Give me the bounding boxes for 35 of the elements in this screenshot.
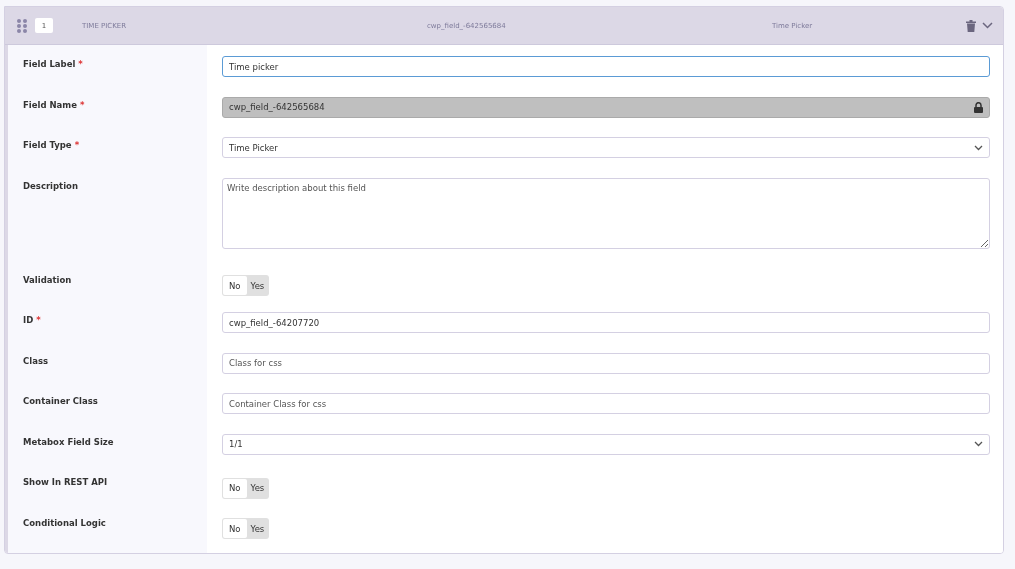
drag-handle-icon[interactable] — [17, 18, 27, 33]
text-field[interactable]: cwp_field_-64207720 — [222, 312, 990, 333]
description-field[interactable]: Write description about this field — [222, 177, 990, 249]
toggle-option[interactable]: No — [223, 519, 247, 538]
field-label: Field Name — [23, 99, 77, 110]
select-field[interactable]: 1/1 — [222, 433, 990, 455]
trash-icon[interactable] — [966, 19, 976, 32]
required-mark: * — [36, 315, 41, 325]
toggle-option[interactable]: Yes — [246, 276, 269, 295]
field-label: Conditional Logic — [23, 517, 106, 528]
text-field[interactable]: Class for css — [222, 352, 990, 374]
chevron-down-icon — [974, 144, 983, 151]
chevron-down-icon[interactable] — [982, 22, 993, 29]
locked-field: cwp_field_-642565684 — [222, 96, 990, 118]
chevron-down-icon — [974, 441, 983, 447]
field-label: Field Label — [23, 59, 76, 69]
toggle-option[interactable]: No — [223, 276, 247, 295]
field-label: Metabox Field Size — [23, 436, 114, 447]
toggle-option[interactable]: No — [223, 478, 247, 498]
field-label: Show In REST API — [23, 477, 108, 487]
text-field[interactable]: Time picker — [222, 56, 990, 77]
text-field[interactable]: Container Class for css — [222, 393, 990, 414]
field-label: ID — [23, 315, 34, 325]
required-mark: * — [79, 99, 85, 110]
field-label: Validation — [23, 274, 72, 285]
field-label: Container Class — [23, 396, 98, 406]
required-mark: * — [74, 140, 80, 150]
toggle-option[interactable]: Yes — [246, 519, 269, 538]
field-label: Class — [23, 355, 48, 366]
lock-icon — [974, 101, 983, 113]
required-mark: * — [78, 59, 83, 69]
field-label: Description — [23, 180, 78, 191]
select-field[interactable]: Time Picker — [222, 137, 990, 158]
toggle-option[interactable]: Yes — [246, 478, 269, 498]
field-label: Field Type — [23, 140, 72, 150]
